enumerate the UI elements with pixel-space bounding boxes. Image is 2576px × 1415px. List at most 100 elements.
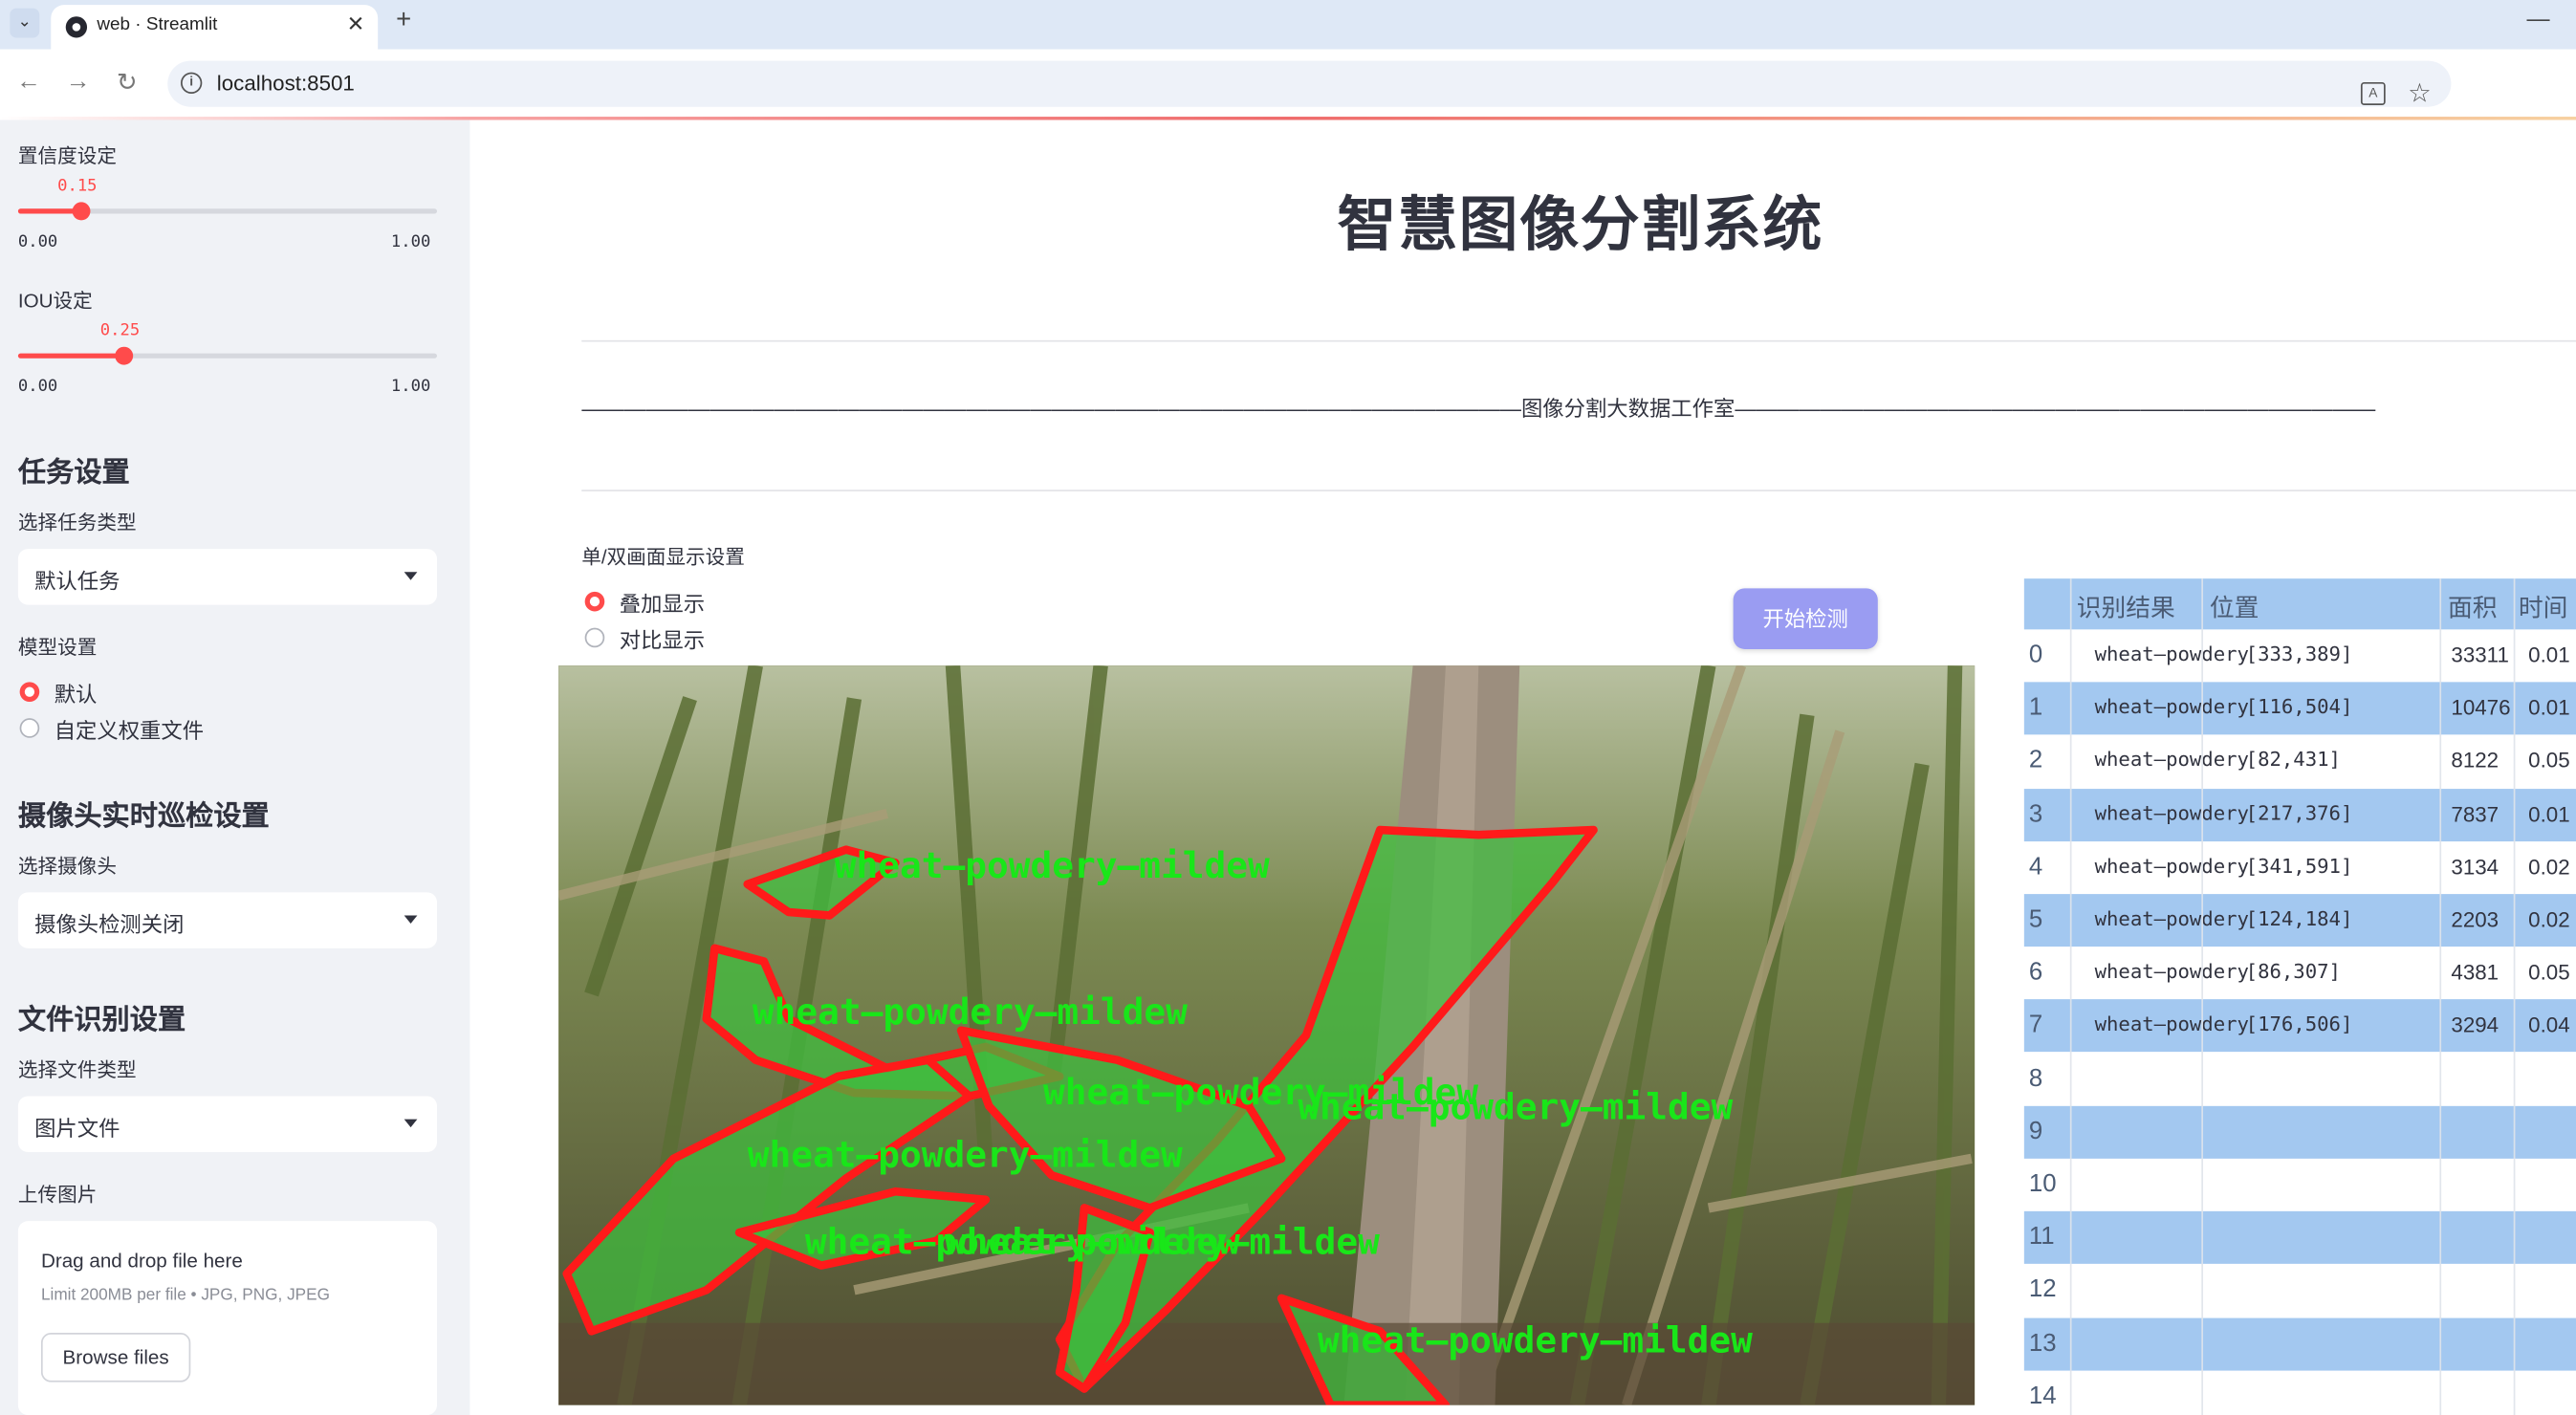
task-section-heading: 任务设置 [17,456,130,489]
column-header-time[interactable]: 时间 [2519,590,2568,624]
radio-selected-icon[interactable] [19,682,40,702]
table-row[interactable]: 1 wheat—powdery [116,504] 10476 0.01 [2023,682,2576,735]
row-time: 0.01 [2528,801,2570,826]
mask-label: wheat—powdery—mildew [835,844,1270,886]
file-type-value: 图片文件 [34,1116,120,1141]
confidence-label: 置信度设定 [17,144,118,168]
upload-label: 上传图片 [17,1183,98,1207]
radio-unselected-icon[interactable] [584,627,605,648]
mask-label: wheat—powdery—mildew [748,1133,1183,1175]
confidence-slider-thumb[interactable] [73,202,91,221]
bookmark-star-icon[interactable]: ☆ [2408,77,2432,110]
dropzone-title: Drag and drop file here [40,1249,243,1273]
start-detection-button[interactable]: 开始检测 [1733,588,1878,649]
row-index: 6 [2028,958,2043,987]
soil [558,1322,1976,1405]
translate-icon[interactable]: A [2360,81,2386,106]
minimize-window-icon[interactable]: — [2526,5,2549,32]
browser-tab[interactable]: web · Streamlit ✕ [51,5,379,50]
streamlit-favicon-icon [65,16,88,38]
task-type-select[interactable]: 默认任务 [17,549,438,605]
reload-icon[interactable]: ↻ [117,67,138,97]
iou-slider-fill [17,353,123,359]
model-option-label: 自定义权重文件 [54,718,205,743]
table-row[interactable]: 4 wheat—powdery [341,591] 3134 0.02 [2024,841,2576,894]
column-header-area[interactable]: 面积 [2448,590,2498,624]
confidence-min: 0.00 [17,233,58,251]
url-text[interactable]: localhost:8501 [217,71,355,96]
iou-slider-thumb[interactable] [114,346,133,365]
row-index: 14 [2028,1382,2057,1410]
site-info-icon[interactable]: i [180,72,203,94]
omnibox[interactable]: i localhost:8501 A ☆ [167,60,2452,110]
row-index: 5 [2028,905,2043,934]
table-row[interactable]: 12 [2024,1265,2576,1317]
table-row[interactable]: 11 [2023,1211,2576,1265]
radio-selected-icon[interactable] [584,591,605,612]
table-row[interactable]: 13 [2023,1317,2576,1370]
confidence-value: 0.15 [57,177,98,196]
row-index: 7 [2028,1011,2043,1040]
table-row[interactable]: 7 wheat—powdery [176,506] 3294 0.04 [2023,999,2576,1053]
mask-label: wheat—powdery—mildew [1298,1086,1733,1128]
row-class: wheat—powdery [2094,748,2249,772]
close-tab-icon[interactable]: ✕ [347,11,365,38]
browse-files-button[interactable]: Browse files [40,1333,191,1382]
back-arrow-icon[interactable]: ← [16,67,41,95]
table-row[interactable]: 2 wheat—powdery [82,431] 8122 0.05 [2024,735,2576,788]
row-position: [124,184] [2245,906,2353,930]
row-time: 0.01 [2528,642,2570,667]
model-label: 模型设置 [17,636,98,660]
row-index: 9 [2028,1117,2043,1145]
confidence-slider[interactable] [17,202,438,221]
tab-title: web · Streamlit [97,14,218,35]
row-area: 33311 [2451,642,2509,667]
table-row[interactable]: 0 wheat—powdery [333,389] 33311 0.01 [2024,629,2576,682]
table-row[interactable]: 10 [2024,1159,2576,1211]
table-row[interactable]: 6 wheat—powdery [86,307] 4381 0.05 [2024,947,2576,999]
row-class: wheat—powdery [2094,642,2249,666]
table-row[interactable]: 14 [2024,1370,2576,1415]
camera-section-heading: 摄像头实时巡检设置 [17,800,270,832]
row-index: 12 [2028,1275,2057,1304]
row-index: 13 [2028,1328,2057,1358]
mask-label: wheat—powdery—mildew [1318,1319,1753,1361]
row-index: 1 [2028,693,2043,722]
row-area: 7837 [2451,801,2500,826]
row-index: 8 [2028,1064,2043,1093]
segmentation-result-image: wheat—powdery—mildew wheat—powdery—milde… [558,665,1976,1405]
row-class: wheat—powdery [2094,854,2249,878]
table-row[interactable]: 5 wheat—powdery [124,184] 2203 0.02 [2023,894,2576,947]
file-section-heading: 文件识别设置 [17,1004,186,1035]
row-area: 4381 [2451,960,2500,985]
results-table[interactable]: 识别结果 位置 面积 时间 0 wheat—powdery [333,389] 333… [2023,578,2576,1415]
iou-min: 0.00 [17,378,58,397]
table-row[interactable]: 8 [2024,1053,2576,1105]
table-header: 识别结果 位置 面积 时间 [2023,578,2576,630]
chevron-down-icon [404,572,418,580]
camera-select[interactable]: 摄像头检测关闭 [17,892,438,948]
page-title: 智慧图像分割系统 [1337,190,1824,258]
new-tab-icon[interactable]: + [396,7,411,36]
row-class: wheat—powdery [2094,695,2249,719]
table-row[interactable]: 3 wheat—powdery [217,376] 7837 0.01 [2023,788,2576,841]
column-header-class[interactable]: 识别结果 [2077,590,2175,624]
mask-label: wheat—powdery—mildew [945,1221,1380,1263]
row-position: [116,504] [2245,695,2353,719]
iou-value: 0.25 [99,321,141,340]
radio-unselected-icon[interactable] [19,718,40,738]
row-area: 3294 [2451,1012,2500,1038]
confidence-max: 1.00 [390,233,431,251]
file-type-select[interactable]: 图片文件 [17,1096,438,1152]
column-header-position[interactable]: 位置 [2210,590,2259,624]
segmentation-canvas: wheat—powdery—mildew wheat—powdery—milde… [558,665,1976,1405]
row-area: 3134 [2451,854,2500,880]
forward-arrow-icon[interactable]: → [66,67,91,95]
file-dropzone[interactable]: Drag and drop file here Limit 200MB per … [17,1221,438,1415]
iou-slider[interactable] [17,346,438,365]
table-row[interactable]: 9 [2023,1105,2576,1159]
row-time: 0.04 [2528,1012,2570,1038]
row-index: 10 [2028,1169,2057,1199]
task-type-label: 选择任务类型 [17,511,137,534]
tab-search-chevron-icon[interactable]: ⌄ [10,8,40,38]
